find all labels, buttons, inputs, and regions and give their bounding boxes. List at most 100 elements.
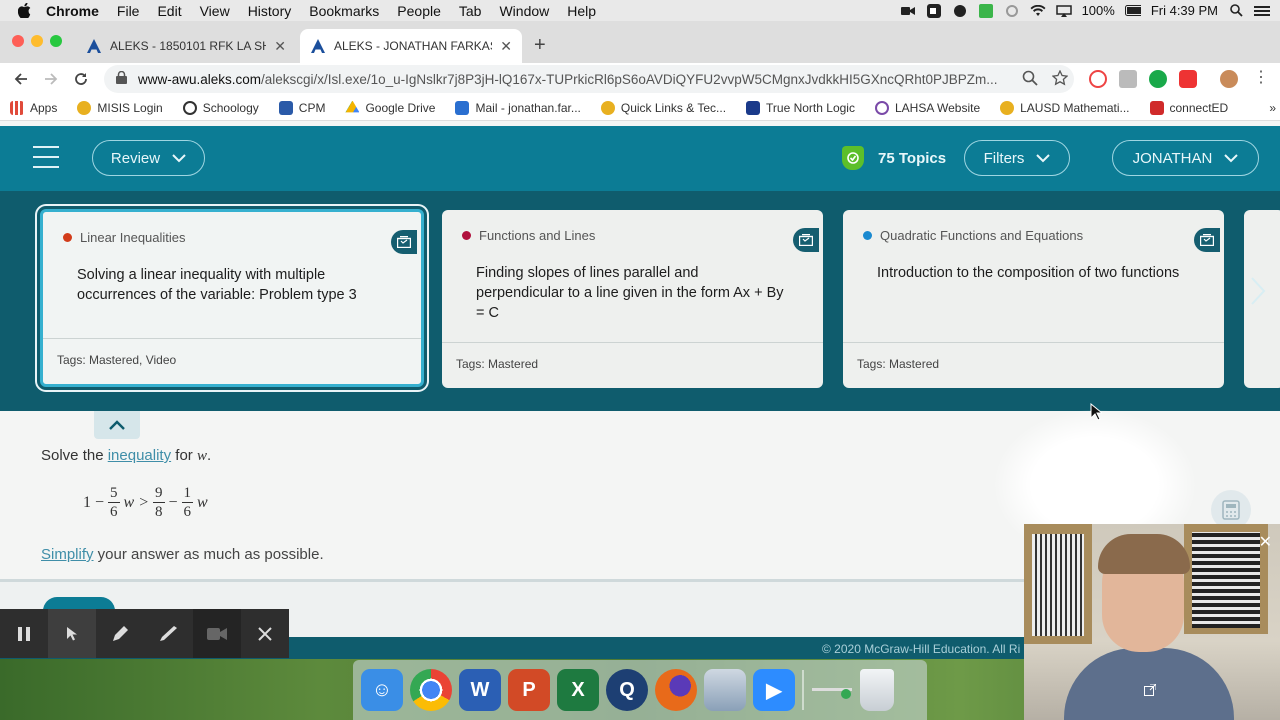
- excel-icon[interactable]: X: [557, 669, 599, 711]
- extension-screencast-icon[interactable]: [1179, 70, 1197, 88]
- menu-bookmarks[interactable]: Bookmarks: [309, 3, 379, 19]
- menu-file[interactable]: File: [117, 3, 140, 19]
- bookmark-lahsa[interactable]: LAHSA Website: [874, 100, 980, 115]
- evernote-icon[interactable]: [952, 4, 968, 18]
- mouse-pointer-icon: [1090, 402, 1104, 424]
- topic-card-quadratic-functions[interactable]: Quadratic Functions and Equations Introd…: [843, 210, 1224, 388]
- menu-window[interactable]: Window: [499, 3, 549, 19]
- airplay-icon[interactable]: [1055, 4, 1072, 18]
- highlighter-tool-icon[interactable]: [145, 609, 193, 658]
- webcam-close-icon[interactable]: ✕: [1259, 532, 1272, 552]
- firefox-icon[interactable]: [655, 669, 697, 711]
- bookmark-schoology[interactable]: Schoology: [182, 100, 259, 115]
- clock[interactable]: Fri 4:39 PM: [1151, 3, 1218, 18]
- screen-annotate-icon[interactable]: [811, 669, 853, 711]
- bookmark-connected[interactable]: connectED: [1149, 100, 1229, 115]
- collapse-carousel-chevron-up-icon[interactable]: [94, 411, 140, 439]
- carousel-next-chevron-icon[interactable]: [1250, 276, 1272, 306]
- browser-tab-1[interactable]: ALEKS - 1850101 RFK LA SH A ✕: [76, 29, 296, 63]
- menu-chrome[interactable]: Chrome: [46, 3, 99, 19]
- window-minimize-button[interactable]: [31, 35, 43, 47]
- user-menu-dropdown[interactable]: JONATHAN: [1112, 140, 1259, 176]
- filters-dropdown[interactable]: Filters: [964, 140, 1070, 176]
- bookmark-google-drive[interactable]: Google Drive: [345, 100, 435, 115]
- bookmark-lausd[interactable]: LAUSD Mathemati...: [1000, 100, 1130, 115]
- pointer-tool-icon[interactable]: [48, 609, 97, 658]
- menu-help[interactable]: Help: [567, 3, 596, 19]
- close-toolbar-icon[interactable]: [241, 609, 289, 658]
- inequality-glossary-link[interactable]: inequality: [108, 447, 171, 464]
- powerpoint-icon[interactable]: P: [508, 669, 550, 711]
- topic-card-linear-inequalities[interactable]: Linear Inequalities Solving a linear ine…: [40, 209, 424, 387]
- topic-tags: Tags: Mastered: [843, 342, 1224, 388]
- browser-tab-2[interactable]: ALEKS - JONATHAN FARKAS - ✕: [300, 29, 522, 63]
- battery-icon[interactable]: [1124, 4, 1141, 18]
- menu-view[interactable]: View: [200, 3, 230, 19]
- quicktime-icon[interactable]: Q: [606, 669, 648, 711]
- zoom-tray-icon[interactable]: [926, 3, 942, 18]
- camera-tool-icon[interactable]: [192, 609, 241, 658]
- preview-icon[interactable]: [704, 669, 746, 711]
- address-bar[interactable]: www-awu.aleks.com/alekscgi/x/Isl.exe/1o_…: [104, 65, 1074, 93]
- hamburger-menu-icon[interactable]: [33, 146, 59, 168]
- bookmark-mail[interactable]: Mail - jonathan.far...: [455, 100, 581, 115]
- apple-icon[interactable]: [18, 3, 32, 19]
- bookmark-label: True North Logic: [766, 100, 855, 115]
- window-close-button[interactable]: [12, 35, 24, 47]
- finder-icon[interactable]: ☺: [361, 669, 403, 711]
- tab-close-icon[interactable]: ✕: [274, 38, 286, 55]
- wifi-icon[interactable]: [1030, 4, 1046, 18]
- browser-menu-kebab-icon[interactable]: ⋮: [1252, 70, 1270, 88]
- bookmark-cpm[interactable]: CPM: [278, 100, 325, 115]
- extension-gray-icon[interactable]: [1119, 70, 1137, 88]
- topic-bookmark-icon[interactable]: [1194, 228, 1220, 252]
- profile-avatar[interactable]: [1220, 70, 1238, 88]
- webcam-overlay[interactable]: ✕: [1024, 524, 1280, 720]
- bookmark-star-icon[interactable]: [1051, 69, 1070, 88]
- topic-card-functions-and-lines[interactable]: Functions and Lines Finding slopes of li…: [442, 210, 823, 388]
- topics-counter[interactable]: 75 Topics: [842, 146, 946, 170]
- notification-center-icon[interactable]: [1254, 4, 1270, 18]
- url-host: www-awu.aleks.com: [138, 71, 262, 87]
- back-arrow-icon[interactable]: [6, 64, 36, 94]
- pause-icon[interactable]: [0, 609, 48, 658]
- bookmarks-overflow-chevron-icon[interactable]: »: [1269, 101, 1276, 115]
- lock-icon[interactable]: [116, 70, 130, 87]
- bookmark-label: connectED: [1169, 100, 1229, 115]
- sync-icon[interactable]: [1004, 4, 1020, 18]
- menu-edit[interactable]: Edit: [157, 3, 181, 19]
- pen-tool-icon[interactable]: [96, 609, 144, 658]
- green-tray-icon[interactable]: [978, 3, 994, 18]
- trash-icon[interactable]: [860, 669, 894, 711]
- reload-icon[interactable]: [66, 64, 96, 94]
- window-zoom-button[interactable]: [50, 35, 62, 47]
- bookmark-true-north[interactable]: True North Logic: [746, 100, 855, 115]
- topic-bookmark-icon[interactable]: [793, 228, 819, 252]
- video-camera-icon[interactable]: [900, 4, 916, 18]
- spotlight-search-icon[interactable]: [1228, 4, 1244, 18]
- review-dropdown[interactable]: Review: [92, 140, 205, 176]
- url-text: www-awu.aleks.com/alekscgi/x/Isl.exe/1o_…: [138, 72, 1018, 87]
- bookmark-apps[interactable]: Apps: [10, 100, 57, 115]
- topic-bookmark-icon[interactable]: [391, 230, 417, 254]
- bookmark-misis[interactable]: MISIS Login: [77, 100, 163, 115]
- battery-percent: 100%: [1081, 3, 1115, 18]
- menu-people[interactable]: People: [397, 3, 441, 19]
- chrome-icon[interactable]: [410, 669, 452, 711]
- simplify-glossary-link[interactable]: Simplify: [41, 546, 94, 563]
- menu-history[interactable]: History: [248, 3, 292, 19]
- menu-tab[interactable]: Tab: [459, 3, 482, 19]
- word-icon[interactable]: W: [459, 669, 501, 711]
- problem-statement: Solve the inequality for w.: [41, 447, 211, 465]
- misis-icon: [77, 100, 92, 115]
- webcam-expand-icon[interactable]: [1144, 683, 1158, 698]
- denominator: 6: [110, 504, 118, 520]
- extension-green-icon[interactable]: [1149, 70, 1167, 88]
- forward-arrow-icon[interactable]: [36, 64, 66, 94]
- extension-red-icon[interactable]: [1089, 70, 1107, 88]
- zoom-magnifier-icon[interactable]: [1022, 70, 1040, 88]
- bookmark-quick-links[interactable]: Quick Links & Tec...: [600, 100, 726, 115]
- tab-close-icon[interactable]: ✕: [500, 38, 512, 55]
- zoom-icon[interactable]: ▶: [753, 669, 795, 711]
- new-tab-plus-icon[interactable]: +: [534, 34, 546, 57]
